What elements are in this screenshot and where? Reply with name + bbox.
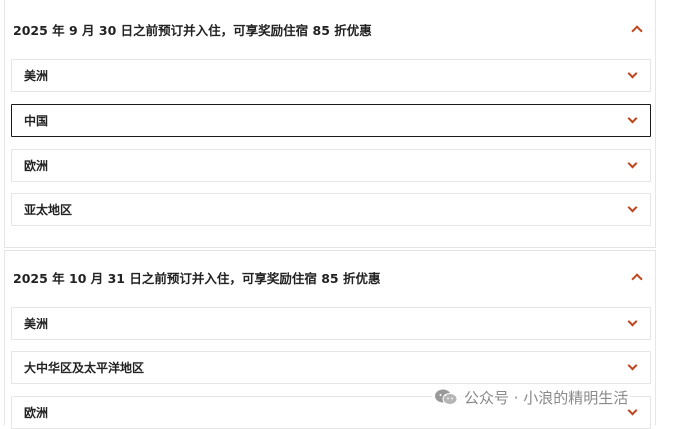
chevron-up-icon[interactable] [631,273,643,285]
watermark: 公众号 · 小浪的精明生活 [432,386,631,408]
chevron-down-icon[interactable] [627,113,638,124]
section-title: 2025 年 9 月 30 日之前预订并入住，可享奖励住宿 85 折优惠 [13,22,372,38]
section-title: 2025 年 10 月 31 日之前预订并入住，可享奖励住宿 85 折优惠 [13,270,381,286]
chevron-down-icon[interactable] [627,360,638,371]
region-item-americas[interactable]: 美洲 [11,307,651,340]
chevron-down-icon[interactable] [627,202,638,213]
region-label: 亚太地区 [24,203,73,217]
region-label: 欧洲 [24,159,49,173]
region-label: 中国 [24,114,49,128]
region-item-asia-pacific[interactable]: 亚太地区 [11,193,651,226]
region-item-china[interactable]: 中国 [11,104,651,137]
section-header-oct[interactable]: 2025 年 10 月 31 日之前预订并入住，可享奖励住宿 85 折优惠 [13,267,647,287]
wechat-icon [435,389,458,405]
watermark-text: 公众号 · 小浪的精明生活 [464,388,629,407]
region-item-europe[interactable]: 欧洲 [11,149,651,182]
region-item-americas[interactable]: 美洲 [11,59,651,92]
region-label: 美洲 [24,317,49,331]
chevron-down-icon[interactable] [627,158,638,169]
section-header-sep[interactable]: 2025 年 9 月 30 日之前预订并入住，可享奖励住宿 85 折优惠 [13,19,647,39]
chevron-down-icon[interactable] [627,68,638,79]
region-item-greater-china-pacific[interactable]: 大中华区及太平洋地区 [11,351,651,384]
region-label: 美洲 [24,69,49,83]
region-label: 大中华区及太平洋地区 [24,361,145,375]
chevron-down-icon[interactable] [627,316,638,327]
offer-section-sep: 2025 年 9 月 30 日之前预订并入住，可享奖励住宿 85 折优惠 美洲 … [4,0,656,248]
region-label: 欧洲 [24,406,49,420]
chevron-up-icon[interactable] [631,25,643,37]
